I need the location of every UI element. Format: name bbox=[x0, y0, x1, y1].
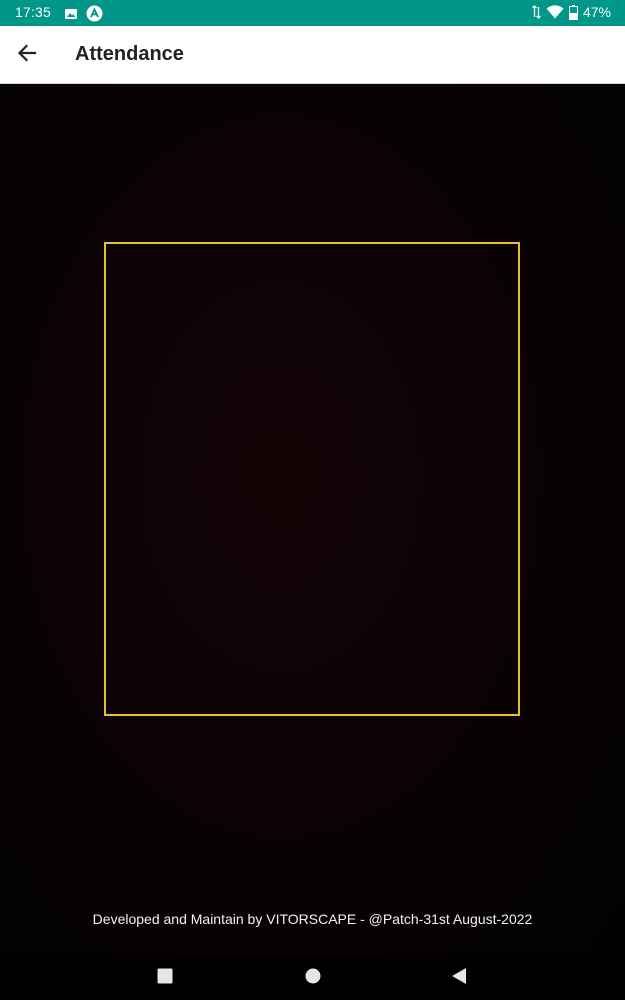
battery-percent: 47% bbox=[582, 4, 611, 20]
face-detection-frame bbox=[104, 242, 520, 716]
status-time: 17:35 bbox=[15, 4, 52, 20]
back-button[interactable] bbox=[10, 38, 44, 72]
footer-credit: Developed and Maintain by VITORSCAPE - @… bbox=[92, 911, 533, 927]
camera-preview: Developed and Maintain by VITORSCAPE - @… bbox=[0, 84, 625, 956]
status-bar: 17:35 47% bbox=[0, 0, 625, 26]
arrow-back-icon bbox=[17, 43, 37, 67]
square-icon bbox=[157, 968, 173, 989]
battery-icon bbox=[568, 4, 578, 20]
nav-back-button[interactable] bbox=[447, 966, 471, 990]
app-bar: Attendance bbox=[0, 26, 625, 84]
home-button[interactable] bbox=[301, 966, 325, 990]
navigation-bar bbox=[0, 956, 625, 1000]
circle-icon bbox=[305, 968, 321, 989]
status-right-icons: 47% bbox=[532, 4, 611, 20]
status-left-icons bbox=[64, 5, 103, 25]
image-icon bbox=[64, 7, 78, 24]
recents-button[interactable] bbox=[153, 966, 177, 990]
app-screen: 17:35 47% Attendance Developed and Maint… bbox=[0, 0, 625, 1000]
wifi-icon bbox=[546, 5, 564, 19]
page-title: Attendance bbox=[75, 43, 184, 65]
app-notification-icon bbox=[86, 5, 103, 25]
triangle-back-icon bbox=[451, 967, 467, 990]
data-arrows-icon bbox=[532, 5, 541, 19]
